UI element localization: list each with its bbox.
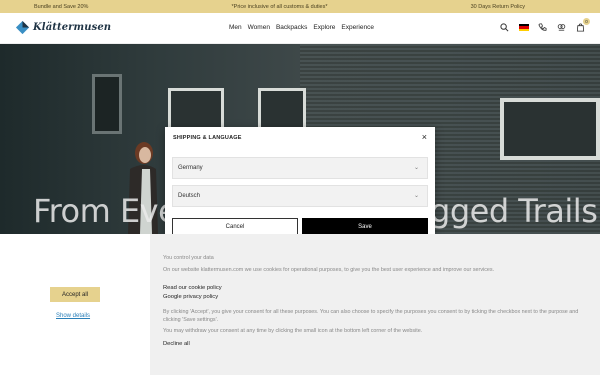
cart-icon[interactable]: 0 — [575, 18, 590, 33]
promo-customs: *Price inclusive of all customs & duties… — [231, 3, 328, 10]
nav-women[interactable]: Women — [248, 24, 270, 31]
cookie-info-panel: You control your data On our website kla… — [150, 234, 600, 375]
chevron-down-icon: ⌄ — [413, 165, 419, 171]
country-value: Germany — [178, 165, 203, 171]
cookie-banner: Accept all Show details You control your… — [0, 234, 600, 375]
cookie-policy-link[interactable]: Read our cookie policy — [163, 285, 222, 291]
site-header: Klättermusen Men Women Backpacks Explore… — [0, 13, 600, 44]
chevron-down-icon: ⌄ — [413, 193, 419, 199]
promo-bundle: Bundle and Save 20% — [34, 3, 89, 10]
hero-headline-right: gged Trails — [430, 192, 598, 230]
ram-logo-icon — [15, 20, 30, 35]
cookie-heading: You control your data — [163, 255, 214, 261]
cart-count-badge: 0 — [583, 18, 590, 25]
nav-explore[interactable]: Explore — [313, 24, 335, 31]
language-select[interactable]: Deutsch ⌄ — [172, 185, 428, 207]
search-icon[interactable] — [499, 22, 510, 33]
google-privacy-link[interactable]: Google privacy policy — [163, 294, 218, 300]
nav-men[interactable]: Men — [229, 24, 242, 31]
cookie-intro: On our website klattermusen.com we use c… — [163, 267, 495, 273]
cookie-withdraw-text: You may withdraw your consent at any tim… — [163, 328, 423, 334]
phone-icon[interactable] — [537, 22, 548, 33]
train-window — [500, 98, 600, 160]
header-actions: 0 — [499, 18, 590, 33]
cookie-actions-panel: Accept all Show details — [0, 234, 150, 375]
cancel-button[interactable]: Cancel — [172, 218, 298, 235]
language-value: Deutsch — [178, 193, 201, 199]
promo-bar: Bundle and Save 20% *Price inclusive of … — [0, 0, 600, 13]
main-nav: Men Women Backpacks Explore Experience — [229, 24, 374, 31]
country-select[interactable]: Germany ⌄ — [172, 157, 428, 179]
show-details-link[interactable]: Show details — [56, 313, 90, 319]
wishlist-icon[interactable] — [556, 22, 567, 33]
german-flag-icon[interactable] — [518, 22, 529, 33]
cookie-consent-text: By clicking 'Accept', you give your cons… — [163, 309, 579, 323]
nav-backpacks[interactable]: Backpacks — [276, 24, 307, 31]
train-window — [168, 88, 224, 130]
accept-all-button[interactable]: Accept all — [50, 287, 100, 302]
brand-logo[interactable]: Klättermusen — [15, 20, 111, 35]
shipping-language-modal: SHIPPING & LANGUAGE × Germany ⌄ Deutsch … — [165, 127, 435, 235]
save-button[interactable]: Save — [302, 218, 428, 235]
modal-title: SHIPPING & LANGUAGE — [173, 135, 242, 141]
close-icon[interactable]: × — [422, 132, 427, 142]
nav-experience[interactable]: Experience — [341, 24, 374, 31]
decline-all-link[interactable]: Decline all — [163, 341, 190, 347]
promo-returns: 30 Days Return Policy — [470, 3, 525, 10]
train-window — [258, 88, 306, 130]
brand-name: Klättermusen — [33, 22, 112, 33]
train-door — [92, 74, 122, 134]
